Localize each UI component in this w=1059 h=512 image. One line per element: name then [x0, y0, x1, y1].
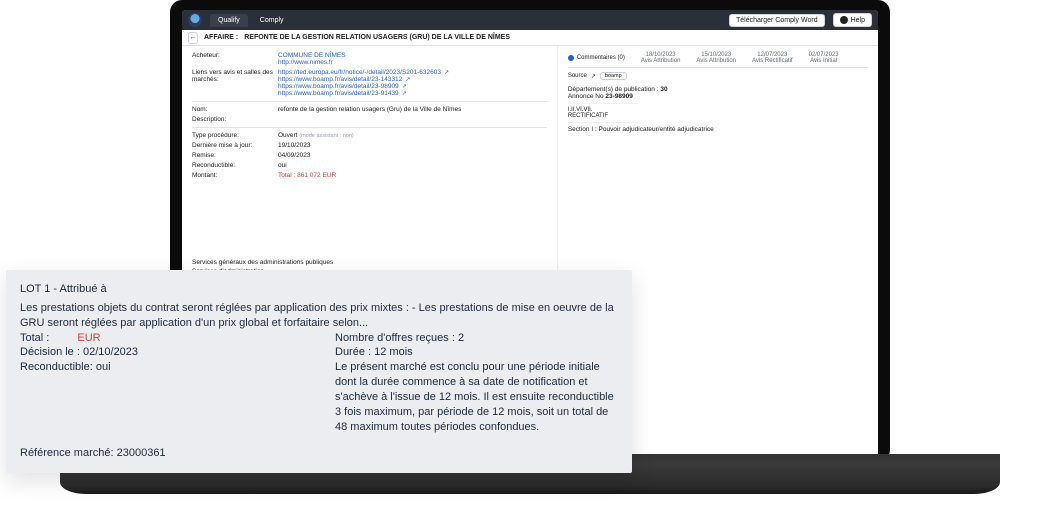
duration-label: Durée :	[335, 346, 371, 358]
description-label: Description:	[192, 116, 278, 123]
source-chip[interactable]: boamp	[600, 72, 627, 80]
amount-label: Montant:	[192, 172, 278, 179]
ref-value: 23000361	[117, 447, 166, 459]
market-link[interactable]: https://www.boamp.fr/avis/detail/23-9143…	[278, 90, 547, 97]
decision-label: Décision le :	[20, 346, 80, 358]
procedure-note: (mode assistant : non)	[299, 133, 353, 139]
updated-label: Dernière mise à jour:	[192, 142, 278, 149]
reconduct-label: Reconductible:	[192, 162, 278, 169]
lot-title: LOT 1 - Attribué à	[20, 282, 618, 297]
external-icon: ↗	[402, 91, 407, 97]
tab-qualify[interactable]: Qualify	[210, 14, 248, 27]
buyer-url-link[interactable]: http://www.nimes.fr	[278, 59, 547, 66]
reconduct-value: oui	[96, 361, 111, 373]
duration-value: 12 mois	[374, 346, 413, 358]
lot-popup: LOT 1 - Attribué à Les prestations objet…	[6, 270, 632, 473]
notice-meta: Département(s) de publication : 30 Annon…	[568, 86, 868, 133]
name-value: refonte de la gestion relation usagers (…	[278, 106, 547, 113]
back-button[interactable]: ←	[188, 32, 198, 44]
procedure-label: Type procédure:	[192, 132, 278, 139]
notice-tab[interactable]: 18/10/2023Avis Attribution	[641, 52, 681, 64]
title-prefix: AFFAIRE :	[204, 34, 238, 41]
market-link[interactable]: https://www.boamp.fr/avis/detail/23-9890…	[278, 83, 547, 90]
procedure-value: Ouvert	[278, 132, 298, 139]
notice-tab[interactable]: 15/10/2023Avis Attribution	[696, 52, 736, 64]
topbar: Qualify Comply Télécharger Comply Word H…	[182, 10, 878, 30]
total-label: Total :	[20, 332, 49, 344]
links-label: Liens vers avis et salles des marchés:	[192, 69, 278, 97]
decision-value: 02/10/2023	[83, 346, 138, 358]
lot-body: Les prestations objets du contrat seront…	[20, 301, 618, 331]
comments-tab[interactable]: Commentaires (0)	[568, 52, 625, 64]
amount-value: Total : 861 072 EUR	[278, 172, 547, 179]
ref-label: Référence marché:	[20, 447, 114, 459]
notice-tab[interactable]: 12/07/2023Avis Rectificatif	[752, 52, 793, 64]
updated-value: 19/10/2023	[278, 142, 547, 149]
reconduct-label: Reconductible:	[20, 361, 93, 373]
remise-label: Remise:	[192, 152, 278, 159]
name-label: Nom:	[192, 106, 278, 113]
notice-tab[interactable]: 02/07/2023Avis Initial	[809, 52, 839, 64]
download-comply-button[interactable]: Télécharger Comply Word	[729, 14, 825, 27]
rectificatif-label: RECTIFICATIF	[568, 113, 868, 119]
app-logo-icon	[188, 13, 202, 27]
reconduct-value: oui	[278, 162, 547, 169]
market-link[interactable]: https://www.boamp.fr/avis/detail/23-1433…	[278, 76, 547, 83]
buyer-label: Acheteur:	[192, 52, 278, 66]
offers-value: 2	[458, 332, 464, 344]
external-icon: ↗	[444, 70, 449, 76]
help-button[interactable]: Help	[833, 13, 872, 27]
section-heading: Section I : Pouvoir adjudicateur/entité …	[568, 126, 868, 133]
duration-text: Le présent marché est conclu pour une pé…	[335, 360, 618, 434]
tab-comply[interactable]: Comply	[252, 14, 292, 27]
service-line: Services généraux des administrations pu…	[192, 259, 547, 266]
remise-value: 04/09/2023	[278, 152, 547, 159]
total-value: EUR	[77, 332, 100, 344]
source-label: Source	[568, 73, 587, 79]
page-title: REFONTE DE LA GESTION RELATION USAGERS (…	[244, 34, 510, 41]
titlebar: ← AFFAIRE : REFONTE DE LA GESTION RELATI…	[182, 30, 878, 46]
offers-label: Nombre d'offres reçues :	[335, 332, 455, 344]
market-link[interactable]: https://ted.europa.eu/fr/notice/-/detail…	[278, 69, 547, 76]
external-icon: ↗	[591, 73, 596, 80]
notice-tabs: Commentaires (0) 18/10/2023Avis Attribut…	[568, 52, 868, 68]
buyer-name-link[interactable]: COMMUNE DE NÎMES	[278, 52, 547, 59]
